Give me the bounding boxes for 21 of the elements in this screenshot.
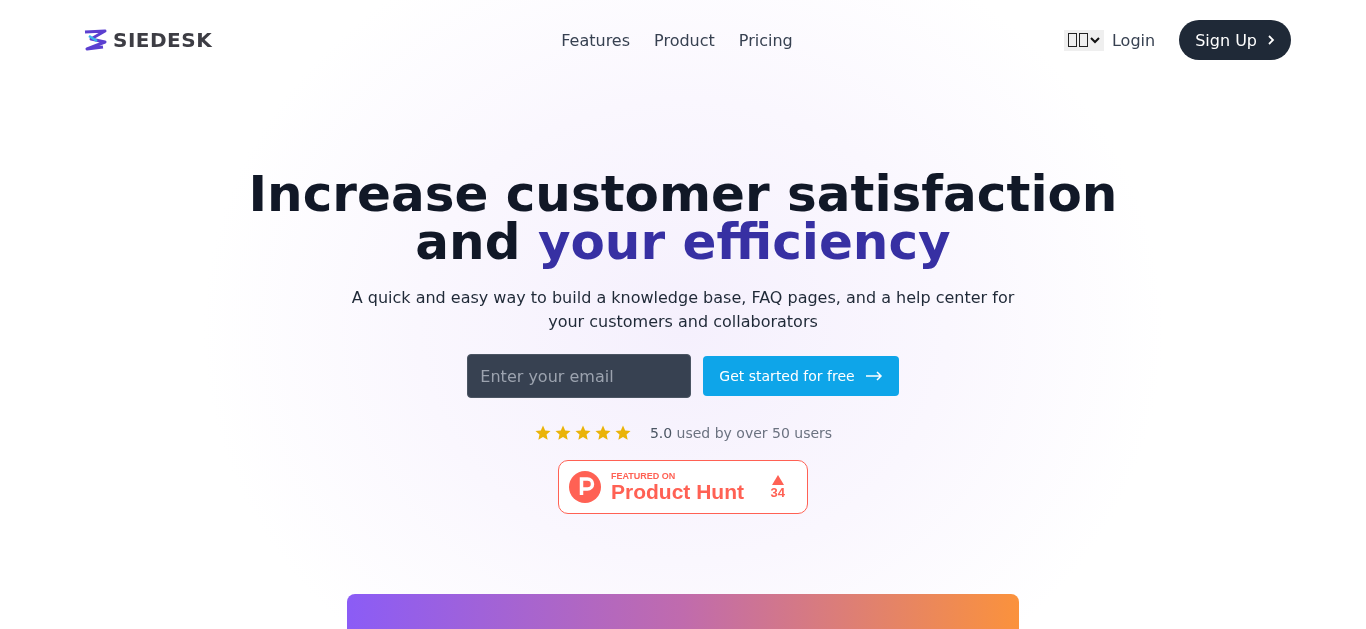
nav-link[interactable]: Features xyxy=(561,30,631,50)
sign-up-button[interactable]: Sign Up xyxy=(1179,20,1291,60)
star-icon xyxy=(573,424,592,442)
triangle-up-icon xyxy=(771,474,784,485)
arrow-right-icon xyxy=(864,371,883,381)
star-icon xyxy=(593,424,612,442)
star-icon xyxy=(533,424,552,442)
login-link[interactable]: Login xyxy=(1111,30,1156,50)
nav-link[interactable]: Pricing xyxy=(738,30,793,50)
hero-subtitle: A quick and easy way to build a knowledge base, FAQ pages, and a help center for your customers and collaborators xyxy=(350,287,1016,333)
nav-link[interactable]: Product xyxy=(654,30,715,50)
chevron-right-icon xyxy=(1267,34,1275,46)
logo-text[interactable]: SIEDESK xyxy=(113,28,213,52)
star-icon xyxy=(553,424,572,442)
email-field[interactable]: Enter your email xyxy=(467,354,692,398)
chevron-down-icon xyxy=(1089,36,1100,44)
star-icon xyxy=(613,424,632,442)
rating-text: 5.0 used by over 50 users xyxy=(649,425,833,441)
p-logo-icon xyxy=(569,471,601,503)
logo-icon xyxy=(83,28,109,52)
language-select[interactable] xyxy=(1063,29,1104,51)
